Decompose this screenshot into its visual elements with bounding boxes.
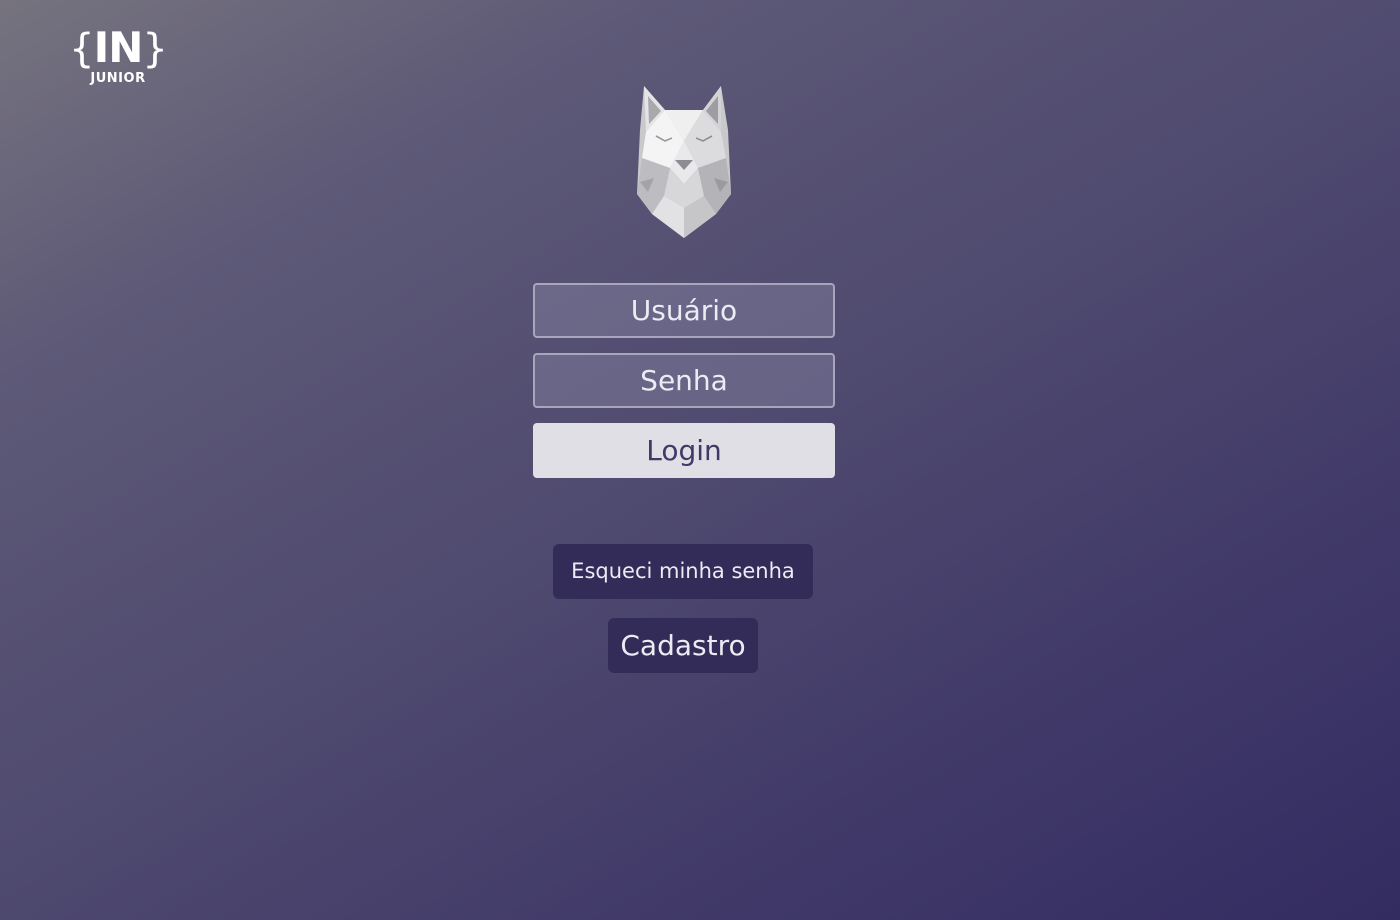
- password-input[interactable]: [533, 353, 835, 408]
- brand-logo-text: IN: [93, 23, 144, 72]
- wolf-icon: [637, 86, 731, 238]
- forgot-password-button[interactable]: Esqueci minha senha: [553, 544, 813, 599]
- brand-logo: {IN} JUNIOR: [66, 22, 170, 90]
- signup-button[interactable]: Cadastro: [608, 618, 758, 673]
- brand-logo-mark: {IN}: [66, 22, 170, 75]
- username-input[interactable]: [533, 283, 835, 338]
- brand-logo-brace-open: {: [69, 26, 94, 72]
- login-button[interactable]: Login: [533, 423, 835, 478]
- brand-logo-subtitle: JUNIOR: [90, 71, 146, 86]
- brand-logo-brace-close: }: [142, 26, 167, 72]
